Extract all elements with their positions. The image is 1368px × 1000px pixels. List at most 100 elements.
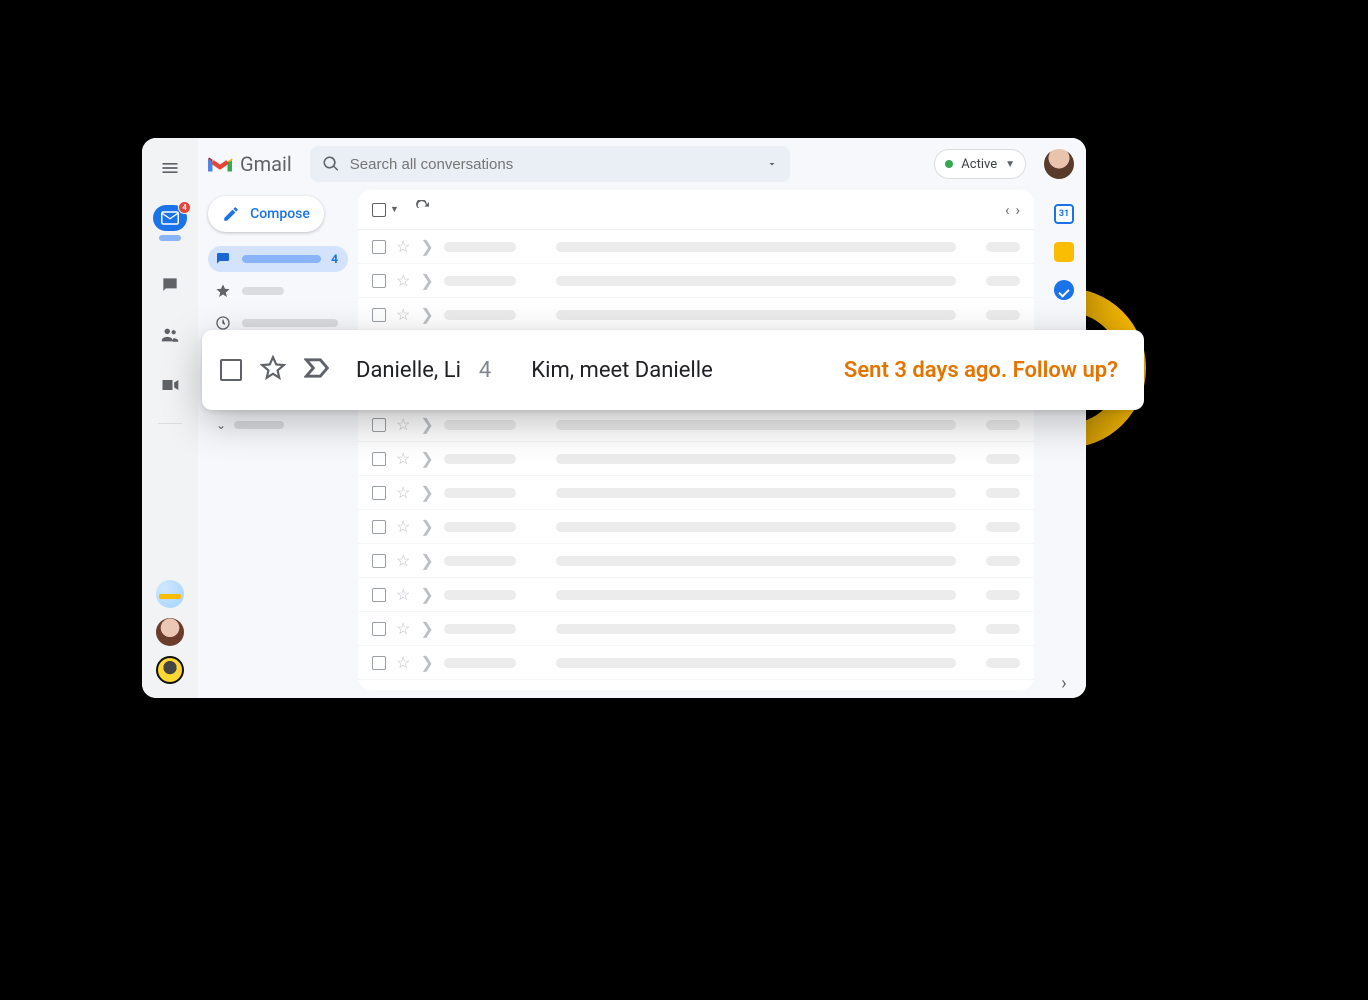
rail-mail-indicator xyxy=(159,235,181,241)
main-menu-button[interactable] xyxy=(154,152,186,184)
gmail-logo-text: Gmail xyxy=(240,152,292,176)
label-icon[interactable]: ❯ xyxy=(420,305,433,324)
row-checkbox[interactable] xyxy=(372,622,386,636)
row-checkbox[interactable] xyxy=(372,452,386,466)
message-row[interactable]: ☆❯ xyxy=(358,442,1034,476)
select-all-checkbox[interactable] xyxy=(372,203,386,217)
star-outline-icon[interactable]: ☆ xyxy=(396,517,410,536)
row-checkbox[interactable] xyxy=(372,656,386,670)
rail-chat[interactable] xyxy=(154,269,186,301)
message-row[interactable]: ☆❯ xyxy=(358,510,1034,544)
row-sender-placeholder xyxy=(444,624,516,634)
message-row[interactable]: ☆❯ xyxy=(358,646,1034,680)
star-outline-icon[interactable]: ☆ xyxy=(396,619,410,638)
label-icon[interactable]: ❯ xyxy=(420,271,433,290)
row-checkbox[interactable] xyxy=(372,274,386,288)
label-icon[interactable]: ❯ xyxy=(420,585,433,604)
refresh-button[interactable] xyxy=(415,200,431,220)
star-icon xyxy=(214,283,232,299)
row-checkbox[interactable] xyxy=(372,486,386,500)
row-subject-placeholder xyxy=(556,310,956,320)
compose-button[interactable]: Compose xyxy=(208,196,324,232)
label-icon[interactable]: ❯ xyxy=(420,483,433,502)
rail-meet[interactable] xyxy=(154,369,186,401)
clock-icon xyxy=(214,315,232,331)
nav-more[interactable]: ⌄ xyxy=(208,418,348,432)
label-icon[interactable]: ❯ xyxy=(420,449,433,468)
row-checkbox[interactable] xyxy=(372,240,386,254)
select-all-caret-icon[interactable]: ▼ xyxy=(390,204,399,215)
star-outline-icon[interactable]: ☆ xyxy=(396,483,410,502)
row-checkbox[interactable] xyxy=(372,418,386,432)
star-outline-icon[interactable] xyxy=(260,355,286,385)
row-date-placeholder xyxy=(986,488,1020,498)
rail-spaces[interactable] xyxy=(154,319,186,351)
row-sender: Danielle, Li xyxy=(356,358,461,383)
contact-chip-3[interactable] xyxy=(156,656,184,684)
label-icon[interactable]: ❯ xyxy=(420,415,433,434)
star-outline-icon[interactable]: ☆ xyxy=(396,237,410,256)
row-sender-placeholder xyxy=(444,276,516,286)
inbox-icon xyxy=(214,251,232,267)
star-outline-icon[interactable]: ☆ xyxy=(396,551,410,570)
row-checkbox[interactable] xyxy=(372,308,386,322)
row-checkbox[interactable] xyxy=(372,588,386,602)
status-pill[interactable]: Active ▼ xyxy=(934,149,1026,179)
nav-starred[interactable] xyxy=(208,278,348,304)
gmail-logo-icon xyxy=(206,153,234,175)
nav-snoozed-label xyxy=(242,319,338,327)
list-toolbar: ▼ ‹ › xyxy=(358,190,1034,230)
search-bar[interactable] xyxy=(310,146,790,182)
message-row[interactable]: ☆❯ xyxy=(358,578,1034,612)
row-subject-placeholder xyxy=(556,556,956,566)
message-row[interactable]: ☆❯ xyxy=(358,298,1034,332)
label-icon[interactable]: ❯ xyxy=(420,653,433,672)
star-outline-icon[interactable]: ☆ xyxy=(396,271,410,290)
row-checkbox[interactable] xyxy=(372,554,386,568)
message-row[interactable]: ☆❯ xyxy=(358,544,1034,578)
label-icon[interactable]: ❯ xyxy=(420,517,433,536)
star-outline-icon[interactable]: ☆ xyxy=(396,653,410,672)
keep-app-icon[interactable] xyxy=(1054,242,1074,262)
row-sender-placeholder xyxy=(444,556,516,566)
nudge-email-row[interactable]: Danielle, Li 4 Kim, meet Danielle Sent 3… xyxy=(202,330,1144,410)
compose-label: Compose xyxy=(250,206,310,222)
next-page-button[interactable]: › xyxy=(1015,201,1020,219)
label-icon[interactable]: ❯ xyxy=(420,237,433,256)
rail-mail[interactable]: 4 xyxy=(146,202,194,251)
row-nudge-text[interactable]: Sent 3 days ago. Follow up? xyxy=(844,358,1118,383)
search-input[interactable] xyxy=(350,156,756,173)
nav-more-label xyxy=(234,421,284,429)
label-icon[interactable]: ❯ xyxy=(420,551,433,570)
message-row[interactable]: ☆❯ xyxy=(358,476,1034,510)
important-icon[interactable] xyxy=(304,357,332,383)
label-icon[interactable]: ❯ xyxy=(420,619,433,638)
row-sender-placeholder xyxy=(444,310,516,320)
star-outline-icon[interactable]: ☆ xyxy=(396,415,410,434)
star-outline-icon[interactable]: ☆ xyxy=(396,449,410,468)
top-bar: Gmail Active ▼ xyxy=(198,138,1086,190)
message-list-panel: ▼ ‹ › ☆❯ ☆❯ xyxy=(358,190,1034,690)
sidepanel-expand-button[interactable]: › xyxy=(1061,673,1066,694)
star-outline-icon[interactable]: ☆ xyxy=(396,305,410,324)
row-date-placeholder xyxy=(986,590,1020,600)
calendar-app-icon[interactable] xyxy=(1054,204,1074,224)
message-row[interactable]: ☆❯ xyxy=(358,612,1034,646)
message-row[interactable]: ☆❯ xyxy=(358,230,1034,264)
row-date-placeholder xyxy=(986,658,1020,668)
row-sender-placeholder xyxy=(444,658,516,668)
contact-chip-1[interactable] xyxy=(156,580,184,608)
message-row[interactable]: ☆❯ xyxy=(358,408,1034,442)
row-checkbox[interactable] xyxy=(372,520,386,534)
tasks-app-icon[interactable] xyxy=(1054,280,1074,300)
nav-inbox[interactable]: 4 xyxy=(208,246,348,272)
star-outline-icon[interactable]: ☆ xyxy=(396,585,410,604)
account-avatar[interactable] xyxy=(1044,149,1074,179)
row-checkbox[interactable] xyxy=(220,359,242,381)
contact-chip-2[interactable] xyxy=(156,618,184,646)
search-options-icon[interactable] xyxy=(766,158,778,170)
message-row[interactable]: ☆❯ xyxy=(358,264,1034,298)
prev-page-button[interactable]: ‹ xyxy=(1005,201,1010,219)
row-date-placeholder xyxy=(986,624,1020,634)
gmail-logo[interactable]: Gmail xyxy=(206,152,292,176)
